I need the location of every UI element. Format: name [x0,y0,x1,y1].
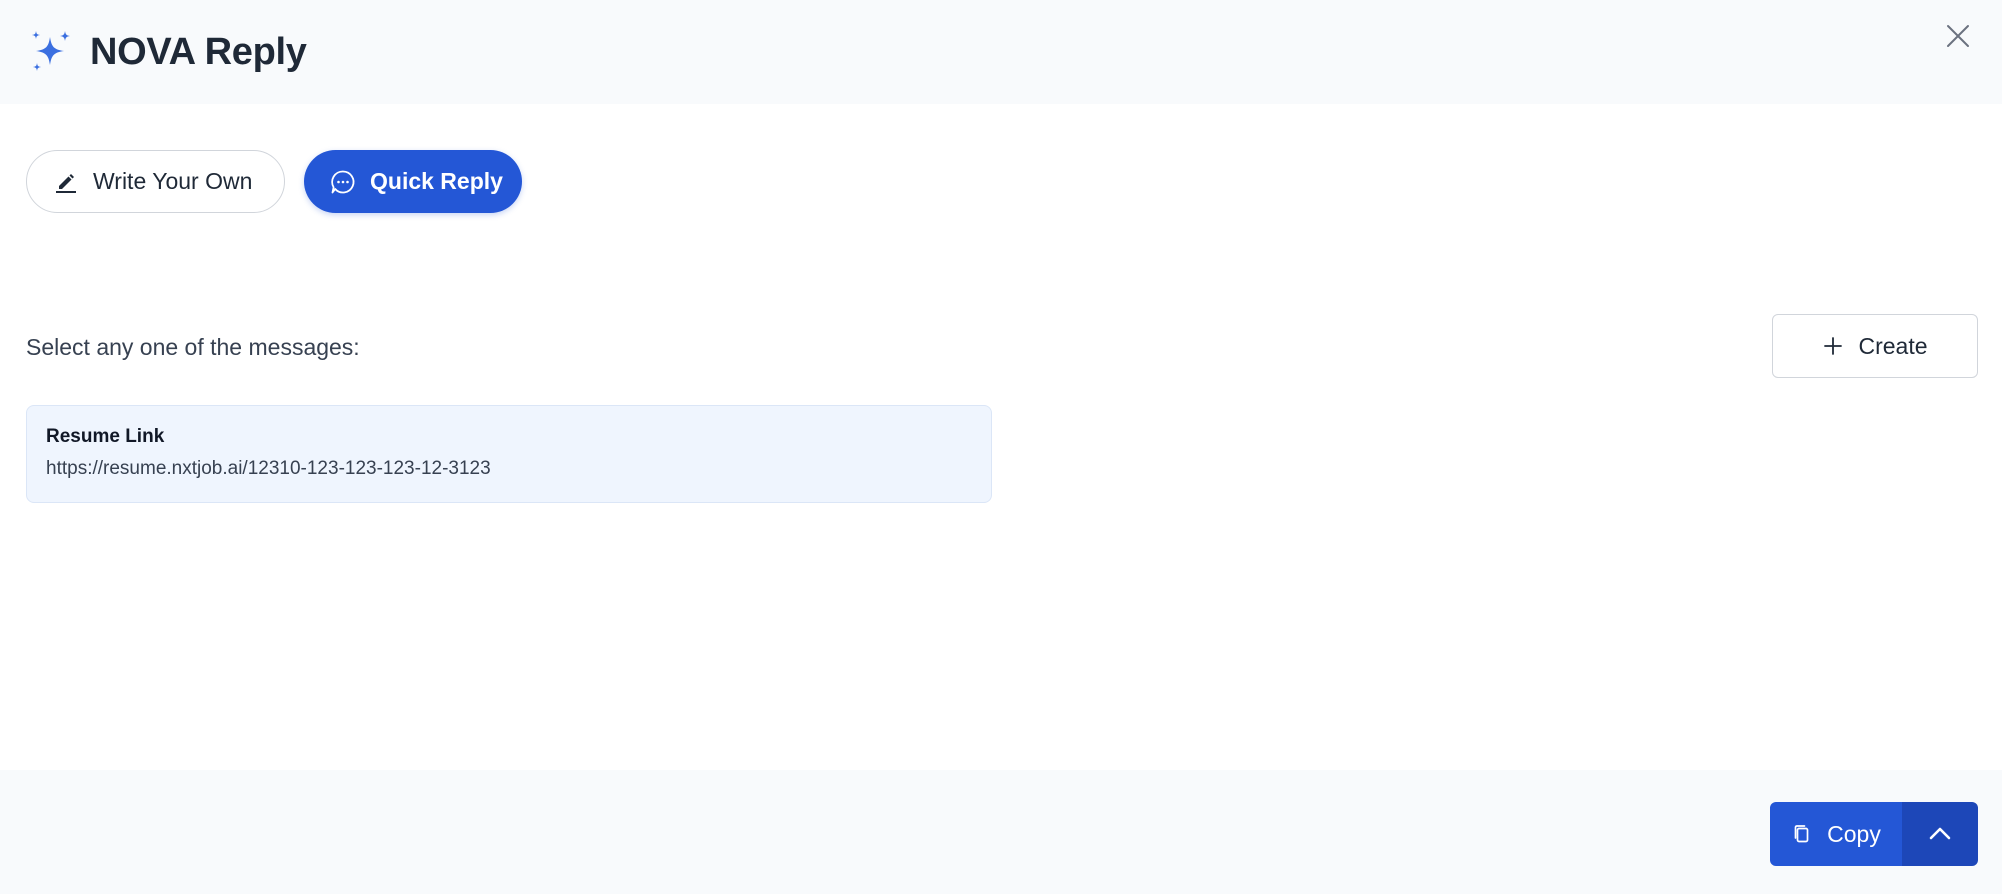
chat-bubble-icon [330,169,356,195]
message-title: Resume Link [46,426,165,447]
copy-button[interactable]: Copy [1770,802,1902,866]
modal-header: NOVA Reply [0,0,2002,104]
select-message-prompt: Select any one of the messages: [26,334,360,360]
plus-icon [1822,335,1844,357]
reply-mode-tabs: Write Your Own Quick Reply [26,150,522,213]
modal-footer: Copy [0,770,2002,894]
tab-label: Quick Reply [370,168,503,194]
nova-reply-modal: NOVA Reply Write Your Own Quick Reply Se… [0,0,2002,894]
copy-split-button: Copy [1770,802,1978,866]
message-card-resume-link[interactable]: Resume Link https://resume.nxtjob.ai/123… [26,405,992,503]
tab-write-your-own[interactable]: Write Your Own [26,150,285,213]
create-button[interactable]: Create [1772,314,1978,378]
copy-label: Copy [1827,820,1881,847]
tab-label: Write Your Own [93,168,253,194]
tab-quick-reply[interactable]: Quick Reply [304,150,522,213]
pencil-icon [53,169,79,195]
close-icon[interactable] [1940,18,1976,54]
modal-title: NOVA Reply [90,30,307,73]
create-label: Create [1858,332,1928,359]
message-text: https://resume.nxtjob.ai/12310-123-123-1… [46,458,491,479]
copy-icon [1791,823,1813,845]
expand-options-button[interactable] [1902,802,1978,866]
sparkles-icon [28,29,74,75]
chevron-up-icon [1927,821,1953,847]
